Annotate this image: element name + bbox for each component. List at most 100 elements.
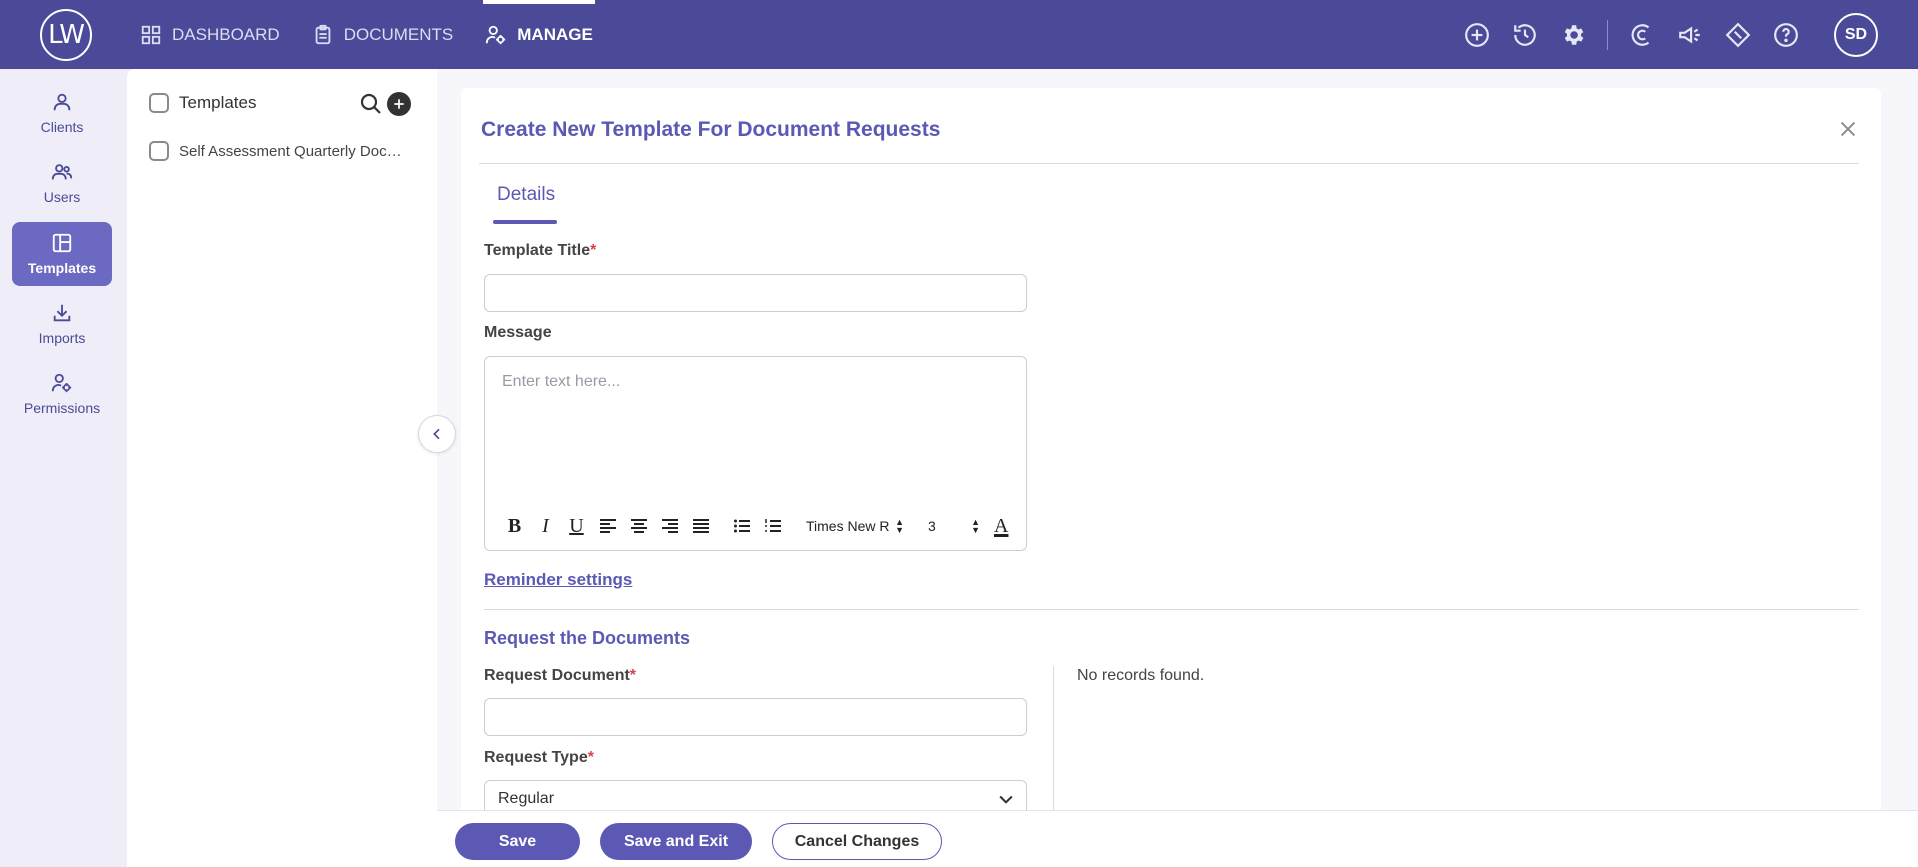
nav-manage-label: MANAGE: [517, 24, 593, 44]
underline-button[interactable]: U: [561, 515, 592, 537]
numbered-list-button[interactable]: [757, 515, 788, 537]
chevron-down-icon: [999, 795, 1013, 804]
template-checkbox[interactable]: [149, 141, 169, 161]
app-logo[interactable]: LW: [40, 9, 92, 61]
divider: [479, 163, 1859, 164]
align-left-button[interactable]: [592, 515, 623, 537]
action-bar: Save Save and Exit Cancel Changes: [437, 810, 1918, 867]
request-type-value: Regular: [498, 790, 555, 807]
label-text: Request Document: [484, 667, 630, 684]
rail-item-users[interactable]: Users: [12, 151, 112, 215]
message-label: Message: [484, 324, 552, 341]
user-gear-icon: [486, 25, 506, 44]
grid-icon: [141, 25, 161, 44]
template-title-input[interactable]: [484, 274, 1027, 312]
user-settings-icon: [51, 373, 72, 393]
font-size-select[interactable]: 3 ▲ ▼: [924, 515, 980, 537]
numbered-list-icon: [764, 519, 781, 532]
nav-dashboard-label: DASHBOARD: [172, 24, 280, 44]
align-center-button[interactable]: [623, 515, 654, 537]
users-icon: [51, 164, 73, 180]
no-records-text: No records found.: [1077, 667, 1205, 684]
help-icon[interactable]: [1772, 21, 1800, 49]
section-title: Request the Documents: [484, 628, 691, 648]
nav-documents-label: DOCUMENTS: [343, 24, 454, 44]
align-left-icon: [599, 519, 616, 533]
history-icon[interactable]: [1511, 21, 1539, 49]
c-logo-icon[interactable]: [1628, 21, 1656, 49]
nav-dashboard[interactable]: DASHBOARD: [140, 0, 280, 69]
tab-details[interactable]: Details: [497, 184, 555, 206]
align-justify-icon: [692, 519, 709, 533]
rail-item-permissions[interactable]: Permissions: [12, 362, 112, 426]
bullet-list-button[interactable]: [726, 515, 757, 537]
message-editor[interactable]: Enter text here... B I U Times New R ▲ ▼…: [484, 356, 1027, 551]
rail-item-clients[interactable]: Clients: [12, 81, 112, 145]
updown-icon: ▲ ▼: [895, 517, 904, 535]
templates-header-label: Templates: [179, 93, 257, 112]
search-icon[interactable]: [359, 92, 383, 116]
plus-icon: [394, 99, 404, 109]
font-family-value: Times New R: [806, 518, 890, 534]
font-color-button[interactable]: A: [994, 515, 1008, 538]
close-icon[interactable]: [1837, 118, 1859, 140]
person-icon: [53, 93, 71, 111]
align-justify-button[interactable]: [685, 515, 716, 537]
nav-documents[interactable]: DOCUMENTS: [312, 0, 454, 69]
left-rail: Clients Users Templates Imports Permissi…: [0, 69, 124, 867]
request-document-label: Request Document*: [484, 667, 636, 685]
save-and-exit-button[interactable]: Save and Exit: [600, 823, 752, 860]
rail-item-label: Users: [43, 189, 81, 205]
font-family-select[interactable]: Times New R ▲ ▼: [806, 515, 910, 537]
add-template-button[interactable]: [387, 92, 411, 116]
align-right-button[interactable]: [654, 515, 685, 537]
required-mark: *: [590, 242, 597, 259]
label-text: Request Type: [484, 749, 588, 766]
updown-icon: ▲ ▼: [971, 517, 980, 535]
required-mark: *: [587, 749, 594, 766]
clipboard-icon: [315, 24, 331, 44]
main-nav: DASHBOARD DOCUMENTS MANAGE: [140, 0, 625, 69]
layout-icon: [52, 233, 72, 253]
megaphone-icon[interactable]: [1676, 21, 1704, 49]
rail-item-label: Imports: [38, 330, 86, 346]
bold-button[interactable]: B: [499, 515, 530, 537]
cancel-changes-button[interactable]: Cancel Changes: [772, 823, 942, 860]
bullet-list-icon: [733, 519, 750, 533]
top-navbar: LW DASHBOARD DOCUMENTS MANAGE SD: [0, 0, 1918, 69]
rail-item-label: Templates: [27, 260, 97, 276]
select-all-checkbox[interactable]: [149, 93, 169, 113]
tab-indicator: [493, 220, 557, 224]
align-right-icon: [661, 519, 678, 533]
add-circle-icon[interactable]: [1463, 21, 1491, 49]
gear-icon[interactable]: [1559, 21, 1587, 49]
template-list-item[interactable]: Self Assessment Quarterly Documents: [149, 141, 419, 161]
rail-item-templates[interactable]: Templates: [12, 222, 112, 286]
toolbar-divider: [1607, 19, 1608, 50]
italic-button[interactable]: I: [530, 515, 561, 537]
nav-manage[interactable]: MANAGE: [483, 0, 595, 69]
ticket-icon[interactable]: [1724, 21, 1752, 49]
font-size-value: 3: [928, 518, 936, 534]
collapse-panel-button[interactable]: [418, 415, 456, 453]
editor-placeholder: Enter text here...: [502, 373, 621, 390]
template-form-card: Create New Template For Document Request…: [461, 88, 1881, 867]
rail-item-label: Permissions: [23, 400, 101, 416]
user-avatar[interactable]: SD: [1834, 12, 1878, 57]
align-center-icon: [630, 519, 647, 533]
request-type-label: Request Type*: [484, 749, 594, 767]
request-document-input[interactable]: [484, 698, 1027, 736]
top-actions: SD: [1463, 0, 1878, 69]
editor-toolbar: B I U Times New R ▲ ▼ 3 ▲ ▼ A: [499, 515, 1009, 538]
template-name: Self Assessment Quarterly Documents: [179, 142, 409, 160]
chevron-left-icon: [433, 428, 440, 440]
save-button[interactable]: Save: [455, 823, 580, 860]
templates-panel: Templates Self Assessment Quarterly Docu…: [127, 69, 437, 867]
required-mark: *: [629, 667, 637, 684]
label-text: Template Title: [484, 242, 591, 259]
templates-header: Templates: [149, 93, 256, 113]
rail-item-imports[interactable]: Imports: [12, 292, 112, 356]
divider: [484, 609, 1859, 610]
download-icon: [53, 304, 71, 322]
reminder-settings-link[interactable]: Reminder settings: [484, 570, 632, 590]
